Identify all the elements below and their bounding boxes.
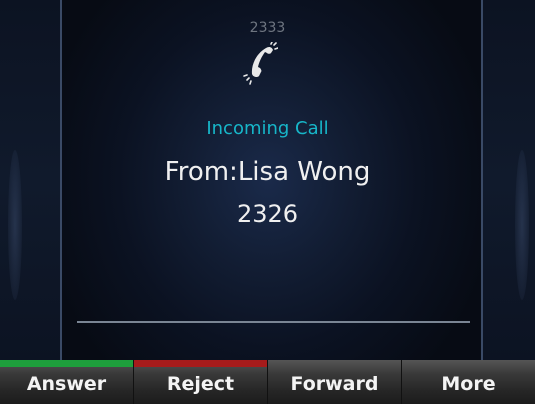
phone-screen: 2333 Incoming Call From:Lisa Wong 2326 A… — [0, 0, 535, 404]
call-status-label: Incoming Call — [206, 118, 329, 139]
softkey-bar: Answer Reject Forward More — [0, 360, 535, 404]
reject-softkey[interactable]: Reject — [134, 360, 268, 404]
caller-number: 2326 — [236, 200, 299, 228]
divider-line — [77, 321, 470, 323]
answer-indicator — [0, 360, 133, 367]
forward-softkey[interactable]: Forward — [268, 360, 402, 404]
caller-name: From:Lisa Wong — [164, 157, 371, 187]
forward-label: Forward — [290, 373, 379, 395]
reject-indicator — [134, 360, 267, 367]
more-softkey[interactable]: More — [402, 360, 535, 404]
answer-label: Answer — [26, 373, 107, 395]
line-number: 2333 — [249, 20, 286, 36]
reject-label: Reject — [166, 373, 235, 395]
ringing-handset-icon — [243, 42, 278, 85]
answer-softkey[interactable]: Answer — [0, 360, 134, 404]
more-label: More — [441, 373, 496, 395]
